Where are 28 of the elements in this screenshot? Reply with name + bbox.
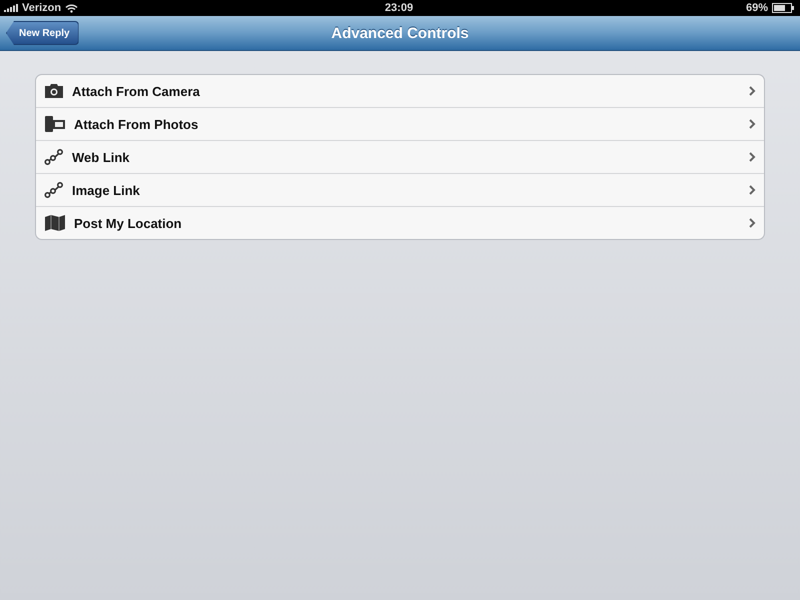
chevron-icon bbox=[749, 86, 756, 96]
chevron-icon bbox=[749, 218, 756, 228]
chevron-icon bbox=[749, 152, 756, 162]
link-icon bbox=[44, 148, 64, 166]
menu-item[interactable]: Post My Location bbox=[36, 206, 764, 239]
chevron-icon bbox=[749, 185, 756, 195]
nav-title: Advanced Controls bbox=[330, 24, 470, 42]
menu-item[interactable]: Image Link bbox=[36, 173, 764, 206]
menu-item-label: Image Link bbox=[72, 182, 141, 198]
carrier-name: Verizon bbox=[22, 2, 62, 14]
film-icon bbox=[44, 115, 66, 133]
wifi-icon bbox=[65, 4, 78, 12]
menu-item[interactable]: Web Link bbox=[36, 140, 764, 173]
menu-item[interactable]: Attach From Camera bbox=[36, 75, 764, 107]
menu-item-label: Attach From Camera bbox=[72, 84, 201, 98]
menu-item-label: Attach From Photos bbox=[74, 116, 200, 132]
signal-icon bbox=[4, 4, 18, 12]
link-icon bbox=[44, 181, 64, 199]
map-icon bbox=[44, 214, 66, 232]
battery-icon bbox=[772, 3, 794, 13]
back-button[interactable]: New Reply bbox=[6, 21, 79, 45]
battery-percent: 69% bbox=[746, 2, 768, 14]
menu-item[interactable]: Attach From Photos bbox=[36, 107, 764, 140]
chevron-icon bbox=[749, 119, 756, 129]
menu-item-label: Web Link bbox=[72, 150, 131, 164]
menu-item-label: Post My Location bbox=[74, 216, 183, 230]
status-time: 23:09 bbox=[384, 2, 414, 14]
camera-icon bbox=[44, 83, 64, 99]
